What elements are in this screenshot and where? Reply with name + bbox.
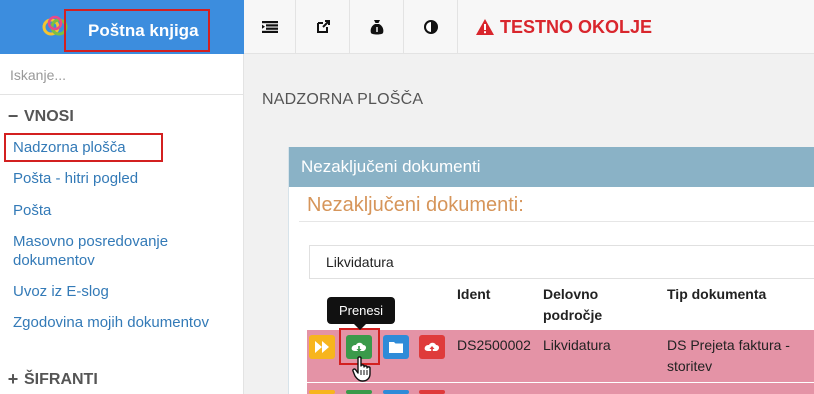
external-link-icon xyxy=(316,20,330,33)
test-environment-warning: TESTNO OKOLJE xyxy=(476,0,652,54)
tab-likvidatura[interactable]: Likvidatura xyxy=(309,245,814,279)
cloud-upload-icon xyxy=(424,342,440,352)
sidebar: Poštna knjiga − VNOSI Nadzorna plošča Po… xyxy=(0,0,244,394)
divider xyxy=(299,221,814,222)
forward-button[interactable] xyxy=(309,390,335,394)
hand-cursor-icon xyxy=(352,356,371,382)
top-bar: TESTNO OKOLJE xyxy=(244,0,814,54)
upload-button[interactable] xyxy=(419,335,445,359)
forward-button[interactable] xyxy=(309,335,335,359)
column-header-ident[interactable]: Ident xyxy=(457,284,490,305)
warning-icon xyxy=(476,19,494,35)
expand-icon: + xyxy=(7,369,19,389)
list-icon xyxy=(261,21,278,33)
panel-header: Nezaključeni dokumenti xyxy=(289,147,814,187)
download-button[interactable] xyxy=(346,390,372,394)
sidebar-item-zgodovina[interactable]: Zgodovina mojih dokumentov xyxy=(13,313,233,332)
search-input[interactable] xyxy=(0,55,243,94)
panel-subtitle: Nezaključeni dokumenti: xyxy=(307,194,524,216)
section-vnosi[interactable]: − VNOSI xyxy=(6,106,74,127)
cell-ident: DS2500002 xyxy=(457,337,531,353)
tooltip: Prenesi xyxy=(327,297,395,324)
money-button[interactable] xyxy=(350,0,404,54)
section-sifranti[interactable]: + ŠIFRANTI xyxy=(6,369,98,390)
cell-tip-dokumenta: DS Prejeta faktura - storitev xyxy=(667,337,790,374)
column-header-tip-dokumenta[interactable]: Tip dokumenta xyxy=(667,284,766,305)
fast-forward-icon xyxy=(315,341,329,353)
warning-label: TESTNO OKOLJE xyxy=(500,16,653,37)
tooltip-arrow xyxy=(354,324,366,330)
section-label: ŠIFRANTI xyxy=(24,370,98,388)
brand-bar: Poštna knjiga xyxy=(0,0,244,54)
section-label: VNOSI xyxy=(24,107,74,125)
contrast-button[interactable] xyxy=(404,0,458,54)
external-link-button[interactable] xyxy=(296,0,350,54)
column-header-delovno-podrocje[interactable]: Delovno področje xyxy=(543,284,623,326)
open-folder-button[interactable] xyxy=(383,390,409,394)
contrast-icon xyxy=(423,20,438,34)
sidebar-item-nadzorna-plosca[interactable]: Nadzorna plošča xyxy=(4,133,163,162)
sidebar-item-uvoz-e-slog[interactable]: Uvoz iz E-slog xyxy=(13,282,233,301)
app-title[interactable]: Poštna knjiga xyxy=(64,9,210,52)
sidebar-item-posta-hitri-pogled[interactable]: Pošta - hitri pogled xyxy=(13,169,233,188)
sidebar-item-posta[interactable]: Pošta xyxy=(13,201,233,220)
sidebar-search xyxy=(0,55,243,95)
sidebar-item-masovno-posredovanje[interactable]: Masovno posredovanje dokumentov xyxy=(13,232,233,270)
page-title: NADZORNA PLOŠČA xyxy=(262,91,424,108)
open-folder-button[interactable] xyxy=(383,335,409,359)
folder-icon xyxy=(389,342,403,353)
money-bag-icon xyxy=(370,20,383,35)
collapse-icon: − xyxy=(7,106,19,126)
toggle-list-button[interactable] xyxy=(244,0,296,54)
upload-button[interactable] xyxy=(419,390,445,394)
cell-delovno-podrocje: Likvidatura xyxy=(543,337,611,353)
